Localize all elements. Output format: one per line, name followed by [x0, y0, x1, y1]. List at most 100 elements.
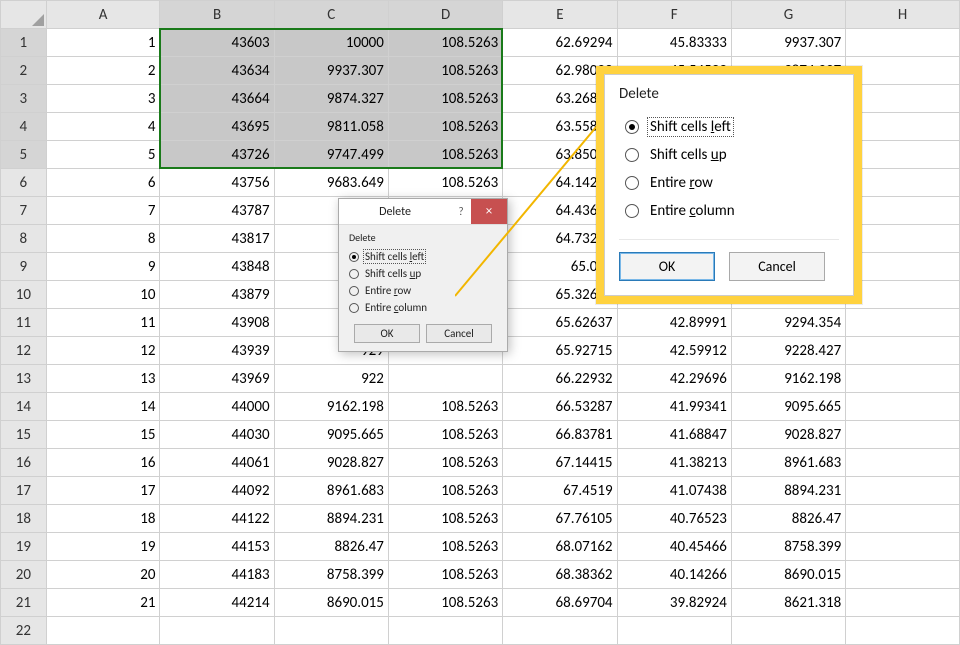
option-entire-col[interactable]: Entire column [619, 197, 839, 225]
cell[interactable]: 8961.683 [274, 477, 388, 505]
cell[interactable]: 43695 [160, 113, 274, 141]
cancel-button[interactable]: Cancel [426, 324, 492, 343]
cell[interactable]: 43848 [160, 253, 274, 281]
cell[interactable]: 44183 [160, 561, 274, 589]
column-header[interactable]: F [617, 1, 731, 29]
cell[interactable]: 1 [46, 29, 160, 57]
cell[interactable]: 43817 [160, 225, 274, 253]
cell[interactable]: 8826.47 [274, 533, 388, 561]
cancel-button[interactable]: Cancel [729, 252, 825, 281]
cell[interactable]: 66.53287 [503, 393, 617, 421]
cell[interactable]: 8894.231 [274, 505, 388, 533]
cell[interactable] [846, 85, 960, 113]
row-header[interactable]: 9 [1, 253, 47, 281]
cell[interactable]: 43939 [160, 337, 274, 365]
cell[interactable] [846, 561, 960, 589]
cell[interactable]: 40.45466 [617, 533, 731, 561]
cell[interactable] [846, 225, 960, 253]
column-header[interactable]: B [160, 1, 274, 29]
row-header[interactable]: 14 [1, 393, 47, 421]
cell[interactable]: 66.22932 [503, 365, 617, 393]
cell[interactable]: 13 [46, 365, 160, 393]
cell[interactable] [846, 617, 960, 645]
cell[interactable] [846, 169, 960, 197]
option-entire-row[interactable]: Entire row [619, 169, 839, 197]
cell[interactable] [274, 617, 388, 645]
cell[interactable]: 108.5263 [388, 533, 502, 561]
cell[interactable] [846, 113, 960, 141]
cell[interactable] [160, 617, 274, 645]
row-header[interactable]: 21 [1, 589, 47, 617]
cell[interactable]: 9683.649 [274, 169, 388, 197]
cell[interactable]: 8 [46, 225, 160, 253]
cell[interactable] [731, 617, 845, 645]
column-header[interactable]: E [503, 1, 617, 29]
cell[interactable] [617, 617, 731, 645]
cell[interactable] [846, 449, 960, 477]
cell[interactable]: 15 [46, 421, 160, 449]
cell[interactable] [846, 29, 960, 57]
cell[interactable]: 9028.827 [731, 421, 845, 449]
cell[interactable] [846, 57, 960, 85]
cell[interactable]: 11 [46, 309, 160, 337]
cell[interactable]: 42.29696 [617, 365, 731, 393]
cell[interactable]: 40.76523 [617, 505, 731, 533]
cell[interactable]: 65.92715 [503, 337, 617, 365]
cell[interactable]: 108.5263 [388, 421, 502, 449]
cell[interactable] [846, 337, 960, 365]
cell[interactable]: 20 [46, 561, 160, 589]
cell[interactable]: 108.5263 [388, 449, 502, 477]
cell[interactable]: 108.5263 [388, 505, 502, 533]
cell[interactable]: 108.5263 [388, 29, 502, 57]
cell[interactable]: 2 [46, 57, 160, 85]
cell[interactable]: 40.14266 [617, 561, 731, 589]
cell[interactable]: 10 [46, 281, 160, 309]
column-header[interactable]: A [46, 1, 160, 29]
cell[interactable]: 45.83333 [617, 29, 731, 57]
ok-button[interactable]: OK [619, 252, 715, 281]
row-header[interactable]: 16 [1, 449, 47, 477]
cell[interactable]: 39.82924 [617, 589, 731, 617]
select-all-corner[interactable] [1, 1, 47, 29]
cell[interactable]: 41.68847 [617, 421, 731, 449]
cell[interactable]: 65.62637 [503, 309, 617, 337]
cell[interactable]: 44153 [160, 533, 274, 561]
cell[interactable]: 108.5263 [388, 85, 502, 113]
cell[interactable]: 6 [46, 169, 160, 197]
cell[interactable] [388, 617, 502, 645]
cell[interactable] [503, 617, 617, 645]
cell[interactable]: 9874.327 [274, 85, 388, 113]
option-shift-left[interactable]: Shift cells left [349, 248, 497, 265]
row-header[interactable]: 13 [1, 365, 47, 393]
row-header[interactable]: 6 [1, 169, 47, 197]
cell[interactable]: 44030 [160, 421, 274, 449]
cell[interactable]: 44122 [160, 505, 274, 533]
cell[interactable]: 8758.399 [731, 533, 845, 561]
cell[interactable]: 4 [46, 113, 160, 141]
option-shift-left[interactable]: Shift cells left [619, 113, 839, 141]
cell[interactable] [846, 393, 960, 421]
cell[interactable]: 8621.318 [731, 589, 845, 617]
cell[interactable] [46, 617, 160, 645]
cell[interactable]: 16 [46, 449, 160, 477]
row-header[interactable]: 7 [1, 197, 47, 225]
row-header[interactable]: 17 [1, 477, 47, 505]
cell[interactable]: 9747.499 [274, 141, 388, 169]
row-header[interactable]: 18 [1, 505, 47, 533]
option-shift-up[interactable]: Shift cells up [349, 265, 497, 282]
cell[interactable]: 8894.231 [731, 477, 845, 505]
cell[interactable]: 67.76105 [503, 505, 617, 533]
cell[interactable]: 9937.307 [731, 29, 845, 57]
cell[interactable]: 43969 [160, 365, 274, 393]
column-header[interactable]: H [846, 1, 960, 29]
column-header[interactable]: C [274, 1, 388, 29]
cell[interactable]: 68.69704 [503, 589, 617, 617]
row-header[interactable]: 12 [1, 337, 47, 365]
close-icon[interactable]: × [471, 199, 507, 224]
cell[interactable] [388, 365, 502, 393]
cell[interactable]: 7 [46, 197, 160, 225]
cell[interactable]: 43908 [160, 309, 274, 337]
cell[interactable]: 108.5263 [388, 393, 502, 421]
cell[interactable]: 41.38213 [617, 449, 731, 477]
cell[interactable]: 41.07438 [617, 477, 731, 505]
